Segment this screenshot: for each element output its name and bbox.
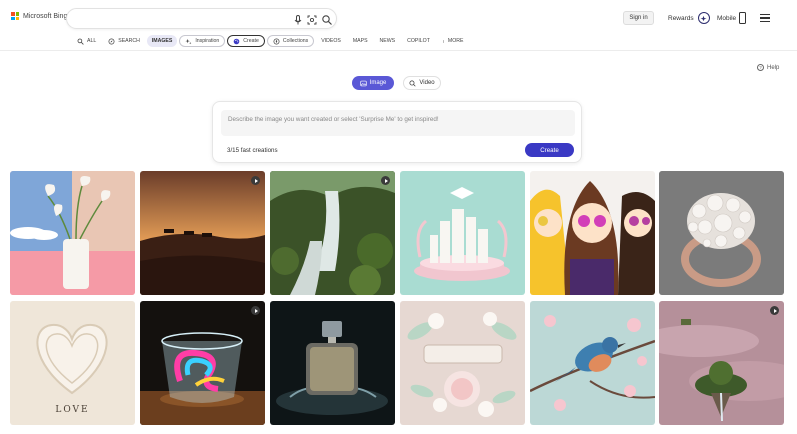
compass-icon <box>108 38 115 44</box>
image-mode-label: Image <box>369 80 387 86</box>
brand-name: Microsoft Bing <box>23 12 68 20</box>
help-link[interactable]: ? Help <box>757 64 779 71</box>
image-icon <box>360 80 367 86</box>
rewards-label: Rewards <box>668 14 694 22</box>
nav-label: Create <box>243 38 259 44</box>
gallery-item-desert-camels[interactable] <box>140 171 265 295</box>
gallery-item-perfume[interactable] <box>270 301 395 425</box>
bing-image-creator-page: Microsoft Bing Sign in Rewards Mobile AL… <box>0 0 797 434</box>
nav-label: SEARCH <box>118 38 140 44</box>
search-icon <box>77 38 84 45</box>
gallery-item-love-heart[interactable]: LOVE <box>10 301 135 425</box>
gallery-item-bird-blossom[interactable] <box>530 301 655 425</box>
rewards-medal-icon <box>697 12 710 24</box>
nav-label: IMAGES <box>151 38 173 44</box>
nav-all[interactable]: ALL <box>72 35 101 47</box>
gallery-item-graduation-city[interactable] <box>400 171 525 295</box>
video-play-icon[interactable] <box>251 176 260 185</box>
video-play-icon[interactable] <box>251 306 260 315</box>
nav-label: MAPS <box>352 38 368 44</box>
nav-search[interactable]: SEARCH <box>103 35 145 47</box>
gallery-item-glass-swirl[interactable] <box>140 301 265 425</box>
vertical-nav: ALL SEARCH IMAGES Inspiration Create Col… <box>72 35 470 47</box>
create-button[interactable]: Create <box>525 143 574 157</box>
bing-logo[interactable]: Microsoft Bing <box>11 12 67 20</box>
gallery-item-anime-friends[interactable] <box>530 171 655 295</box>
palette-icon <box>233 38 240 44</box>
gallery-item-summer-floral[interactable] <box>400 301 525 425</box>
prompt-panel: 3/15 fast creations Create <box>212 101 582 163</box>
rewards-button[interactable]: Rewards <box>668 12 710 24</box>
hamburger-menu-icon[interactable] <box>760 14 770 24</box>
visual-search-icon[interactable] <box>306 13 318 25</box>
prompt-textarea[interactable] <box>221 110 575 136</box>
fast-creations-counter: 3/15 fast creations <box>227 147 278 154</box>
more-dots-icon <box>443 39 444 43</box>
nav-collections[interactable]: Collections <box>266 35 315 47</box>
help-label: Help <box>767 64 780 71</box>
love-caption: LOVE <box>55 405 90 415</box>
mobile-label: Mobile <box>717 14 737 22</box>
nav-label: Inspiration <box>195 38 220 44</box>
nav-label: MORE <box>447 38 464 44</box>
nav-images[interactable]: IMAGES <box>146 35 178 47</box>
video-mode-label: Video <box>419 80 435 86</box>
nav-label: VIDEOS <box>321 38 341 44</box>
search-icon[interactable] <box>321 13 333 25</box>
nav-maps[interactable]: MAPS <box>348 35 373 47</box>
nav-inspiration[interactable]: Inspiration <box>179 35 226 47</box>
video-play-icon[interactable] <box>770 306 779 315</box>
video-icon <box>409 80 416 87</box>
gallery-item-pearl-ring[interactable] <box>659 171 784 295</box>
search-box[interactable] <box>66 8 337 29</box>
collections-icon <box>273 38 280 44</box>
video-play-icon[interactable] <box>381 176 390 185</box>
nav-copilot[interactable]: COPILOT <box>402 35 435 47</box>
nav-label: NEWS <box>379 38 396 44</box>
nav-label: Collections <box>282 38 309 44</box>
gallery-item-floating-island[interactable] <box>659 301 784 425</box>
prompt-input-wrapper <box>221 110 575 136</box>
help-icon: ? <box>757 64 764 71</box>
header-divider <box>0 50 797 51</box>
image-mode-button[interactable]: Image <box>352 76 394 90</box>
nav-news[interactable]: NEWS <box>375 35 401 47</box>
mobile-button[interactable]: Mobile <box>717 12 747 24</box>
nav-create[interactable]: Create <box>227 35 265 47</box>
nav-videos[interactable]: VIDEOS <box>316 35 346 47</box>
sparkle-icon <box>185 38 192 44</box>
search-input[interactable] <box>77 12 287 26</box>
video-mode-button[interactable]: Video <box>403 76 441 90</box>
nav-more[interactable]: MORE <box>437 35 469 47</box>
nav-label: COPILOT <box>407 38 430 44</box>
phone-icon <box>739 12 747 24</box>
gallery-item-waterfall[interactable] <box>270 171 395 295</box>
sign-in-button[interactable]: Sign in <box>623 11 654 25</box>
gallery-item-calla-lilies[interactable] <box>10 171 135 295</box>
microphone-icon[interactable] <box>292 13 304 25</box>
microsoft-logo-icon <box>11 12 19 20</box>
nav-label: ALL <box>87 38 97 44</box>
